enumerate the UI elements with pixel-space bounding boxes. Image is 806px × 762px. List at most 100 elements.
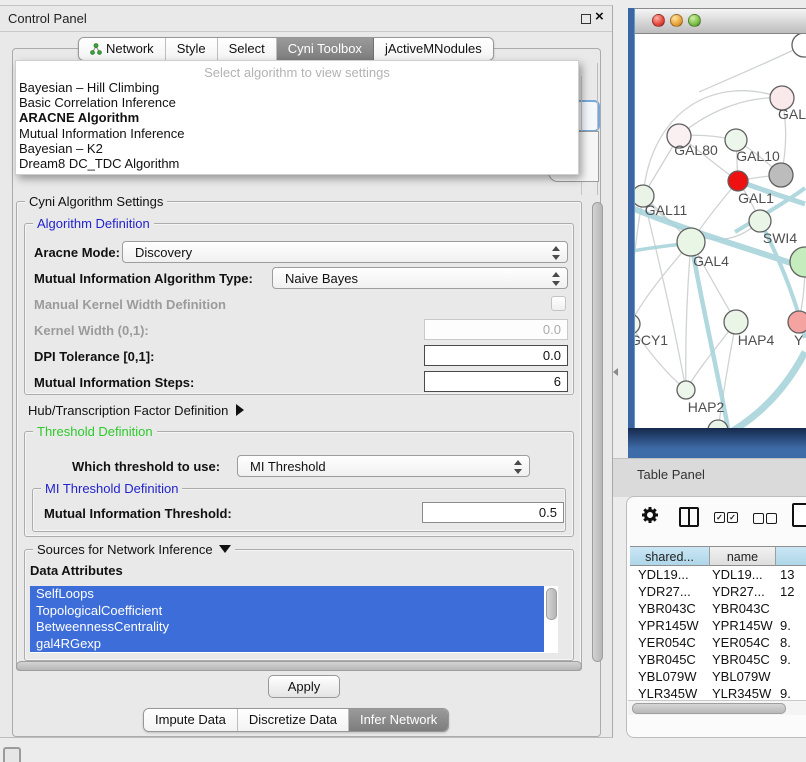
table-cell[interactable]: YBL079W (630, 668, 710, 685)
close-traffic-light-icon[interactable] (652, 14, 665, 27)
algorithm-option[interactable]: Dream8 DC_TDC Algorithm (16, 156, 578, 171)
table-row[interactable]: YER054CYER054C8. (630, 634, 806, 651)
table-cell[interactable] (776, 668, 806, 685)
apply-button[interactable]: Apply (268, 675, 340, 698)
hub-definition-toggle[interactable]: Hub/Transcription Factor Definition (28, 403, 244, 418)
table-row[interactable]: YBL079WYBL079W (630, 668, 806, 685)
table-cell[interactable] (776, 600, 806, 617)
node-table[interactable]: YDL19...YDL19...13YDR27...YDR27...12YBR0… (630, 566, 806, 706)
aracne-mode-select[interactable]: Discovery (122, 241, 568, 263)
algorithm-option[interactable]: Bayesian – K2 (16, 141, 578, 156)
column-header-clipped[interactable] (776, 546, 806, 566)
which-threshold-label: Which threshold to use: (72, 459, 220, 474)
attribute-item[interactable]: gal4RGexp (30, 636, 544, 653)
table-row[interactable]: YDL19...YDL19...13 (630, 566, 806, 583)
attribute-list-scrollbar[interactable] (546, 588, 557, 620)
algorithm-option[interactable]: Basic Correlation Inference (16, 95, 578, 110)
table-cell[interactable]: 9. (776, 617, 806, 634)
mi-type-select[interactable]: Naive Bayes (272, 267, 568, 289)
tab-discretize-data[interactable]: Discretize Data (238, 709, 349, 731)
tab-impute-data[interactable]: Impute Data (144, 709, 238, 731)
which-threshold-select[interactable]: MI Threshold (237, 455, 530, 477)
network-node[interactable] (749, 210, 771, 232)
network-node[interactable] (790, 247, 806, 277)
table-cell[interactable]: YPR145W (630, 617, 710, 634)
attribute-item[interactable]: TopologicalCoefficient (30, 603, 544, 620)
tab-select[interactable]: Select (218, 38, 277, 60)
table-cell[interactable]: YER054C (630, 634, 710, 651)
table-row[interactable]: YDR27...YDR27...12 (630, 583, 806, 600)
settings-horizontal-scrollbar[interactable] (16, 661, 582, 671)
zoom-traffic-light-icon[interactable] (688, 14, 701, 27)
table-cell[interactable]: YDL19... (710, 566, 776, 583)
table-horizontal-scrollbar[interactable] (628, 700, 806, 715)
settings-vertical-scrollbar[interactable] (592, 202, 603, 662)
data-attributes-list[interactable]: SelfLoopsTopologicalCoefficientBetweenne… (30, 586, 558, 653)
unchecked-box-icon[interactable] (766, 513, 777, 524)
dpi-tolerance-field[interactable]: 0.0 (424, 345, 568, 366)
network-window-titlebar[interactable] (635, 8, 806, 34)
kernel-width-field[interactable]: 0.0 (424, 319, 568, 340)
column-header-shared[interactable]: shared... (630, 546, 710, 566)
table-row[interactable]: YPR145WYPR145W9. (630, 617, 806, 634)
network-graph[interactable]: GALGAL80GAL10GAL1GAL11SWI4GAL4GCY1HAP4YH… (635, 34, 806, 428)
table-cell[interactable]: 13 (776, 566, 806, 583)
network-node[interactable] (724, 310, 748, 334)
statusbar-panel-icon[interactable] (3, 747, 21, 762)
table-cell[interactable]: YBR043C (710, 600, 776, 617)
attribute-item[interactable]: BetweennessCentrality (30, 619, 544, 636)
close-icon[interactable]: × (595, 8, 604, 25)
tab-jactivemnodules[interactable]: jActiveMNodules (374, 38, 493, 60)
unchecked-box-icon[interactable] (753, 513, 764, 524)
network-node[interactable] (788, 311, 806, 333)
attribute-item[interactable]: SelfLoops (30, 586, 544, 603)
float-window-icon[interactable] (581, 14, 591, 24)
table-cell[interactable]: YBR045C (630, 651, 710, 668)
dropdown-prompt: Select algorithm to view settings (16, 65, 578, 80)
sources-group-title[interactable]: Sources for Network Inference (33, 542, 235, 557)
network-node[interactable] (635, 314, 640, 334)
checked-box-icon[interactable]: ✓ (714, 512, 725, 523)
checked-box-icon[interactable]: ✓ (727, 512, 738, 523)
network-node[interactable] (728, 171, 748, 191)
tab-style[interactable]: Style (166, 38, 218, 60)
mi-threshold-field[interactable]: 0.5 (422, 502, 564, 523)
tab-infer-network[interactable]: Infer Network (349, 709, 448, 731)
table-cell[interactable]: YPR145W (710, 617, 776, 634)
table-cell[interactable]: YBR045C (710, 651, 776, 668)
table-cell[interactable]: YDL19... (630, 566, 710, 583)
algorithm-option[interactable]: ARACNE Algorithm (16, 110, 578, 125)
table-row[interactable]: YBR043CYBR043C (630, 600, 806, 617)
network-node[interactable] (677, 381, 695, 399)
titlebar-divider (0, 31, 612, 32)
network-node[interactable] (792, 34, 806, 57)
panel-icon[interactable] (792, 503, 806, 527)
algorithm-option[interactable]: Bayesian – Hill Climbing (16, 80, 578, 95)
network-node[interactable] (769, 163, 793, 187)
tab-network[interactable]: Network (79, 38, 166, 60)
table-cell[interactable]: 12 (776, 583, 806, 600)
table-row[interactable]: YBR045CYBR045C9. (630, 651, 806, 668)
aracne-mode-label: Aracne Mode: (34, 245, 120, 260)
table-cell[interactable]: YBR043C (630, 600, 710, 617)
split-columns-icon[interactable] (679, 507, 699, 527)
tab-network-label: Network (106, 38, 154, 60)
table-cell[interactable]: YER054C (710, 634, 776, 651)
minimize-traffic-light-icon[interactable] (670, 14, 683, 27)
gear-icon[interactable] (640, 503, 660, 528)
manual-kernel-checkbox[interactable] (551, 296, 566, 311)
mi-steps-field[interactable]: 6 (424, 371, 568, 392)
table-cell[interactable]: YBL079W (710, 668, 776, 685)
table-cell[interactable]: 8. (776, 634, 806, 651)
table-cell[interactable]: YDR27... (630, 583, 710, 600)
algorithm-option[interactable]: Mutual Information Inference (16, 126, 578, 141)
table-cell[interactable]: 9. (776, 651, 806, 668)
column-header-name[interactable]: name (710, 546, 776, 566)
network-node[interactable] (677, 228, 705, 256)
table-cell[interactable]: YDR27... (710, 583, 776, 600)
splitter-collapse-icon[interactable] (613, 368, 618, 376)
control-panel-title: Control Panel (8, 11, 87, 26)
tab-cyni-toolbox[interactable]: Cyni Toolbox (277, 38, 374, 60)
network-view-window[interactable]: GALGAL80GAL10GAL1GAL11SWI4GAL4GCY1HAP4YH… (628, 8, 806, 458)
network-canvas[interactable]: GALGAL80GAL10GAL1GAL11SWI4GAL4GCY1HAP4YH… (635, 34, 806, 428)
